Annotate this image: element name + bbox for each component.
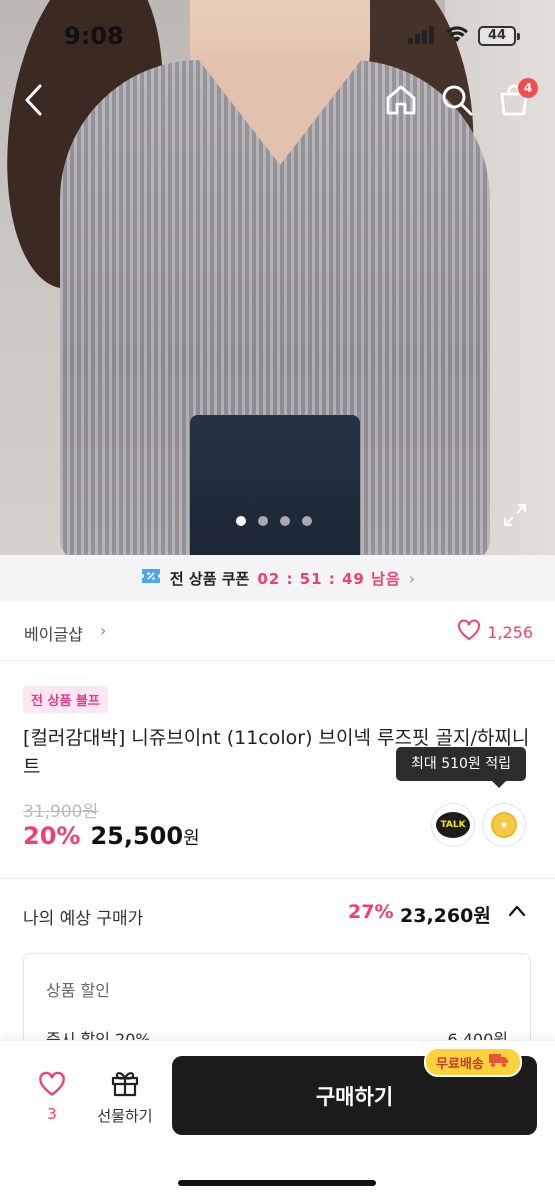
search-button[interactable] — [437, 82, 477, 122]
reward-tooltip: 최대 510원 적립 — [396, 747, 526, 788]
kakaotalk-icon: TALK — [436, 812, 470, 838]
truck-icon — [488, 1052, 510, 1072]
coupon-icon — [140, 567, 162, 589]
carousel-dot[interactable] — [280, 516, 290, 526]
bottom-action-bar: 3 선물하기 구매하기 무료배송 — [0, 1040, 555, 1200]
chevron-right-icon: › — [100, 621, 107, 640]
home-icon — [384, 83, 418, 121]
chevron-left-icon — [22, 83, 46, 121]
estimated-discount-percent: 27% — [348, 901, 394, 923]
like-count: 1,256 — [487, 622, 533, 642]
signal-icon — [408, 26, 436, 48]
wifi-icon — [445, 24, 469, 48]
buy-button-label: 구매하기 — [315, 1084, 394, 1109]
wishlist-count: 3 — [47, 1105, 57, 1123]
gift-icon — [110, 1072, 140, 1101]
photo-jeans — [190, 415, 360, 555]
point-reward-button[interactable]: ★ — [482, 803, 526, 847]
estimated-price-label: 나의 예상 구매가 — [23, 909, 144, 929]
coupon-title: 전 상품 쿠폰 — [169, 569, 250, 588]
discount-percent: 20% — [23, 822, 81, 850]
promo-tag: 전 상품 블프 — [23, 686, 108, 713]
free-shipping-badge: 무료배송 — [424, 1047, 522, 1077]
estimated-price-toggle[interactable]: 나의 예상 구매가 27% 23,260원 — [0, 879, 555, 951]
photo-vneck — [195, 55, 365, 165]
cart-count-badge: 4 — [518, 78, 538, 98]
chevron-up-icon — [505, 899, 529, 923]
coin-icon: ★ — [491, 812, 517, 838]
carousel-dots — [236, 516, 312, 526]
home-button[interactable] — [381, 82, 421, 122]
shop-name-link[interactable]: 베이글샵 — [24, 621, 83, 645]
carousel-dot[interactable] — [302, 516, 312, 526]
price-unit: 원 — [183, 828, 200, 849]
expand-icon[interactable] — [500, 500, 530, 530]
carousel-dot[interactable] — [258, 516, 268, 526]
cart-button[interactable]: 4 — [494, 78, 538, 122]
gift-button[interactable]: 선물하기 — [90, 1069, 160, 1126]
shop-row: 베이글샵 › 1,256 — [0, 601, 555, 661]
status-bar: 9:08 44 — [0, 0, 555, 70]
status-time: 9:08 — [64, 22, 124, 50]
free-shipping-label: 무료배송 — [436, 1056, 484, 1072]
chevron-right-icon: › — [408, 568, 416, 588]
search-icon — [440, 83, 474, 121]
estimated-price: 23,260원 — [400, 905, 491, 927]
home-indicator — [178, 1180, 376, 1186]
carousel-dot[interactable] — [236, 516, 246, 526]
kakaotalk-share-button[interactable]: TALK — [431, 803, 475, 847]
original-price: 31,900원 — [23, 802, 99, 822]
heart-icon — [38, 1071, 66, 1101]
battery-indicator: 44 — [478, 26, 520, 46]
wishlist-button[interactable]: 3 — [32, 1071, 72, 1123]
price-row: 20% 25,500원 — [23, 822, 200, 850]
coupon-timer: 02 : 51 : 49 남음 — [257, 569, 401, 588]
coupon-banner[interactable]: 전 상품 쿠폰 02 : 51 : 49 남음 › — [0, 555, 555, 601]
back-button[interactable] — [14, 82, 54, 122]
heart-icon — [457, 619, 481, 645]
gift-label: 선물하기 — [97, 1107, 153, 1125]
sale-price: 25,500 — [90, 822, 184, 850]
discount-heading: 상품 할인 — [46, 981, 110, 1000]
shop-like-button[interactable]: 1,256 — [457, 619, 533, 645]
